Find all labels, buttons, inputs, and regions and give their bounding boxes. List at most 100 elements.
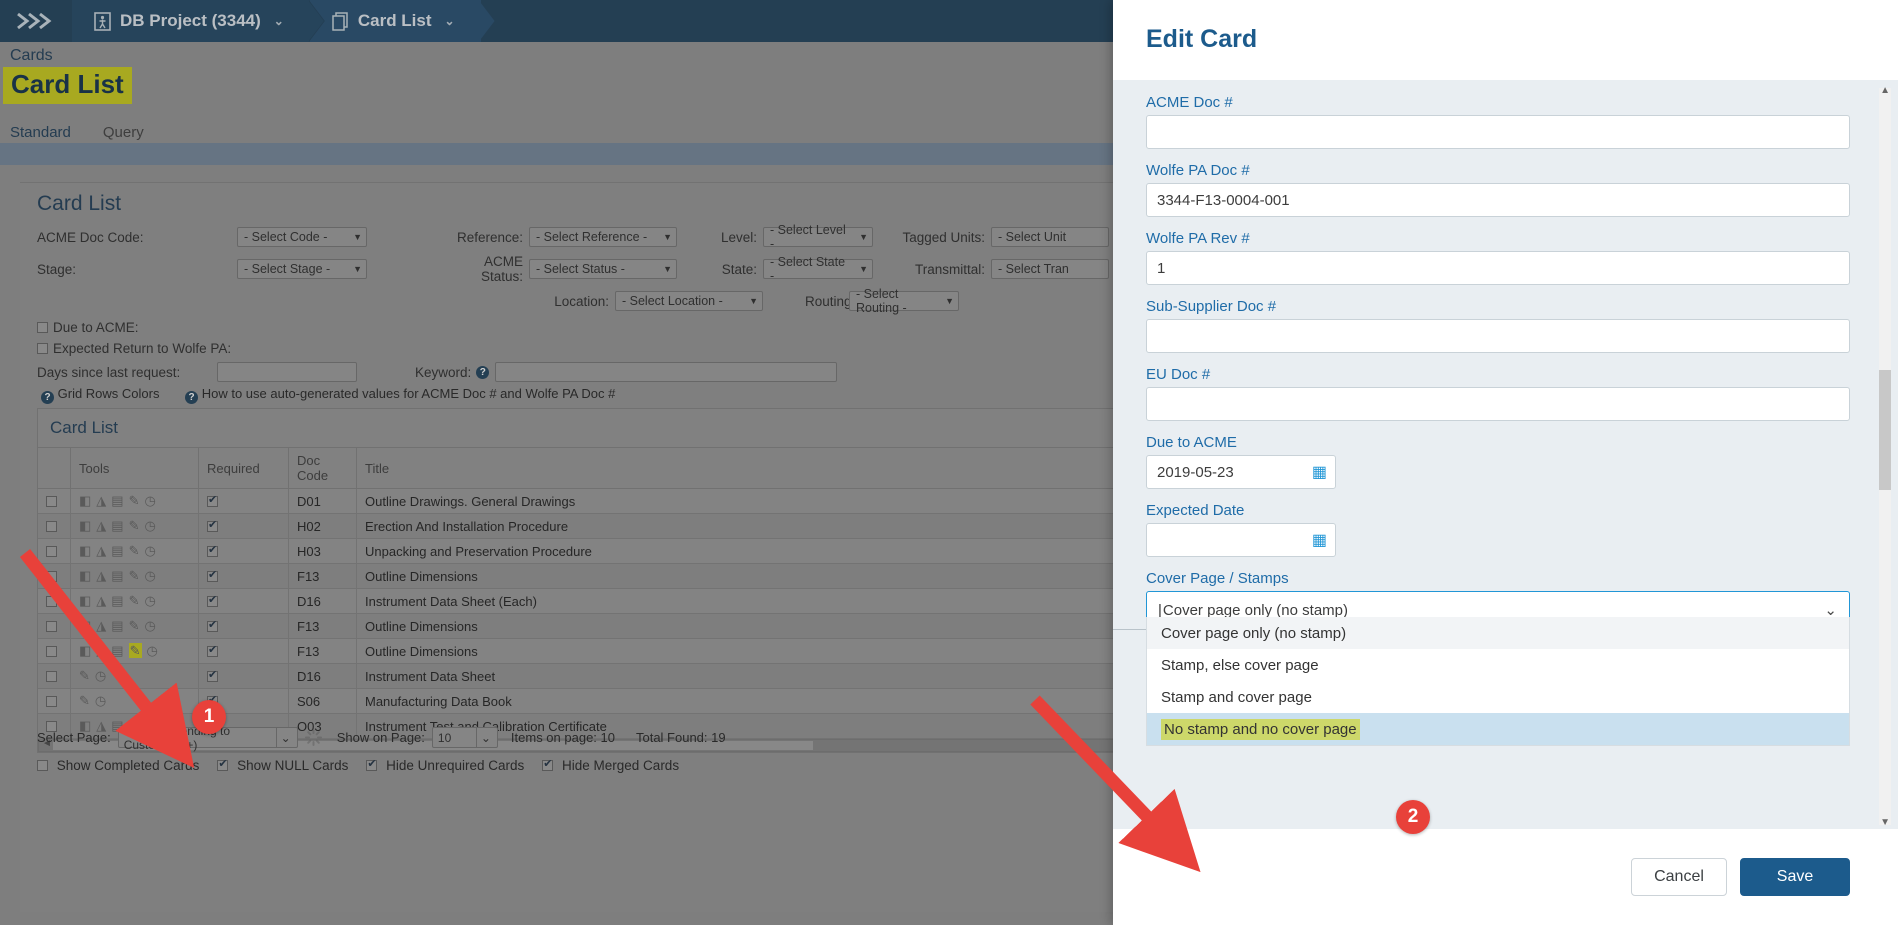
list-icon[interactable]: ▤	[111, 618, 123, 633]
scroll-down-icon[interactable]: ▼	[1880, 817, 1890, 828]
history-icon[interactable]: ◷	[95, 693, 106, 708]
save-button[interactable]: Save	[1740, 858, 1850, 896]
dropdown-option-no-stamp-no-cover-page[interactable]: No stamp and no cover page	[1147, 713, 1849, 745]
sub-supplier-doc-number-input[interactable]	[1146, 319, 1850, 353]
upload-icon[interactable]: ◮	[96, 593, 106, 608]
document-icon[interactable]: ◧	[79, 568, 91, 583]
acme-doc-code-select[interactable]: - Select Code - ▼	[237, 227, 367, 247]
history-icon[interactable]: ◷	[145, 593, 156, 608]
breadcrumb-card-list[interactable]: Card List ⌄	[309, 0, 481, 42]
row-required[interactable]	[198, 613, 289, 639]
row-required[interactable]	[198, 563, 289, 589]
tagged-units-select[interactable]: - Select Unit	[991, 227, 1109, 247]
chevrons-right-icon[interactable]	[0, 0, 72, 42]
document-icon[interactable]: ◧	[79, 593, 91, 608]
refresh-icon[interactable]	[304, 729, 322, 746]
row-tools[interactable]: ✎ ◷	[70, 688, 199, 714]
document-icon[interactable]: ◧	[79, 493, 91, 508]
hide-unrequired-cards-checkbox[interactable]: Hide Unrequired Cards	[366, 757, 524, 773]
history-icon[interactable]: ◷	[147, 643, 158, 658]
upload-icon[interactable]: ◮	[96, 643, 106, 658]
expected-date-input[interactable]: ▦	[1146, 523, 1336, 557]
edit-icon[interactable]: ✎	[129, 568, 140, 583]
upload-icon[interactable]: ◮	[96, 568, 106, 583]
edit-icon[interactable]: ✎	[128, 643, 142, 658]
location-select[interactable]: - Select Location - ▼	[615, 291, 763, 311]
scroll-up-icon[interactable]: ▲	[1880, 85, 1890, 96]
edit-icon[interactable]: ✎	[129, 618, 140, 633]
row-required[interactable]	[198, 513, 289, 539]
row-select-checkbox[interactable]	[38, 663, 71, 689]
row-required[interactable]	[198, 588, 289, 614]
history-icon[interactable]: ◷	[145, 518, 156, 533]
row-tools[interactable]: ◧ ◮ ▤ ✎ ◷	[70, 638, 199, 664]
row-select-checkbox[interactable]	[38, 563, 71, 589]
list-icon[interactable]: ▤	[111, 543, 123, 558]
row-tools[interactable]: ◧ ◮ ▤ ✎ ◷	[70, 488, 199, 514]
list-icon[interactable]: ▤	[111, 643, 123, 658]
edit-icon[interactable]: ✎	[129, 493, 140, 508]
history-icon[interactable]: ◷	[145, 543, 156, 558]
row-select-checkbox[interactable]	[38, 488, 71, 514]
row-tools[interactable]: ◧ ◮ ▤ ✎ ◷	[70, 613, 199, 639]
edit-icon[interactable]: ✎	[79, 693, 90, 708]
wolfe-pa-rev-number-input[interactable]: 1	[1146, 251, 1850, 285]
acme-status-select[interactable]: - Select Status - ▼	[529, 259, 677, 279]
level-select[interactable]: - Select Level - ▼	[763, 223, 873, 251]
edit-icon[interactable]: ✎	[79, 668, 90, 683]
hide-merged-cards-checkbox[interactable]: Hide Merged Cards	[542, 757, 679, 773]
row-required[interactable]	[198, 538, 289, 564]
history-icon[interactable]: ◷	[145, 618, 156, 633]
row-select-checkbox[interactable]	[38, 538, 71, 564]
history-icon[interactable]: ◷	[145, 493, 156, 508]
reference-select[interactable]: - Select Reference - ▼	[529, 227, 677, 247]
drawer-scrollbar[interactable]: ▲ ▼	[1879, 85, 1891, 828]
row-tools[interactable]: ◧ ◮ ▤ ✎ ◷	[70, 538, 199, 564]
row-select-checkbox[interactable]	[38, 513, 71, 539]
edit-icon[interactable]: ✎	[129, 593, 140, 608]
due-to-acme-date-input[interactable]: 2019-05-23 ▦	[1146, 455, 1336, 489]
chevron-down-icon[interactable]: ⌄	[274, 14, 284, 28]
routing-select[interactable]: - Select Routing - ▼	[849, 287, 959, 315]
wolfe-pa-doc-number-input[interactable]: 3344-F13-0004-001	[1146, 183, 1850, 217]
breadcrumb-project[interactable]: DB Project (3344) ⌄	[72, 0, 310, 42]
dropdown-option-stamp-else-cover-page[interactable]: Stamp, else cover page	[1147, 649, 1849, 681]
history-icon[interactable]: ◷	[95, 668, 106, 683]
days-since-input[interactable]	[217, 362, 357, 382]
upload-icon[interactable]: ◮	[96, 493, 106, 508]
upload-icon[interactable]: ◮	[96, 618, 106, 633]
show-on-page-dropdown[interactable]: 10 ⌄	[431, 727, 498, 748]
state-select[interactable]: - Select State - ▼	[763, 255, 873, 283]
dropdown-option-cover-page-only[interactable]: Cover page only (no stamp)	[1147, 617, 1849, 649]
row-required[interactable]	[198, 638, 289, 664]
row-tools[interactable]: ◧ ◮ ▤ ✎ ◷	[70, 563, 199, 589]
list-icon[interactable]: ▤	[111, 593, 123, 608]
calendar-icon[interactable]: ▦	[1312, 530, 1327, 550]
row-tools[interactable]: ◧ ◮ ▤ ✎ ◷	[70, 588, 199, 614]
row-tools[interactable]: ✎ ◷	[70, 663, 199, 689]
row-select-checkbox[interactable]	[38, 638, 71, 664]
document-icon[interactable]: ◧	[79, 618, 91, 633]
list-icon[interactable]: ▤	[111, 568, 123, 583]
acme-doc-number-input[interactable]	[1146, 115, 1850, 149]
row-required[interactable]	[198, 488, 289, 514]
auto-generated-values-link[interactable]: ? How to use auto-generated values for A…	[185, 386, 615, 404]
row-required[interactable]	[198, 663, 289, 689]
document-icon[interactable]: ◧	[79, 518, 91, 533]
list-icon[interactable]: ▤	[111, 493, 123, 508]
cancel-button[interactable]: Cancel	[1631, 858, 1727, 896]
dropdown-option-stamp-and-cover-page[interactable]: Stamp and cover page	[1147, 681, 1849, 713]
edit-icon[interactable]: ✎	[129, 543, 140, 558]
upload-icon[interactable]: ◮	[96, 518, 106, 533]
edit-icon[interactable]: ✎	[129, 518, 140, 533]
history-icon[interactable]: ◷	[145, 568, 156, 583]
row-select-checkbox[interactable]	[38, 688, 71, 714]
row-tools[interactable]: ◧ ◮ ▤ ✎ ◷	[70, 513, 199, 539]
row-select-checkbox[interactable]	[38, 613, 71, 639]
help-icon[interactable]: ?	[476, 365, 490, 379]
row-select-checkbox[interactable]	[38, 588, 71, 614]
list-icon[interactable]: ▤	[111, 518, 123, 533]
upload-icon[interactable]: ◮	[96, 543, 106, 558]
document-icon[interactable]: ◧	[79, 643, 91, 658]
scrollbar-thumb[interactable]	[1879, 370, 1891, 490]
